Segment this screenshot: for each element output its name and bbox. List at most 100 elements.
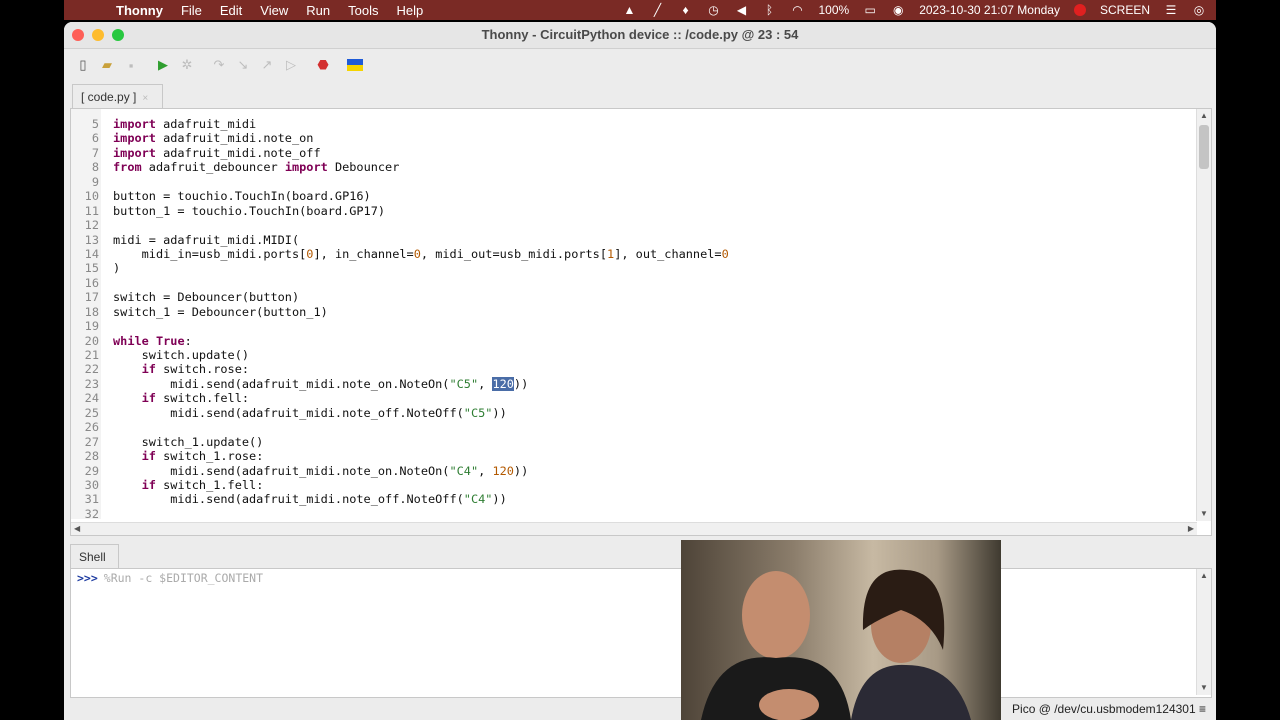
window-title: Thonny - CircuitPython device :: /code.p… — [481, 27, 799, 42]
line-number: 22 — [84, 362, 99, 377]
code-line[interactable]: button_1 = touchio.TouchIn(board.GP17) — [113, 204, 385, 218]
line-number: 30 — [84, 477, 99, 492]
resume-icon[interactable]: ▷ — [282, 56, 300, 74]
code-editor[interactable]: 5 import adafruit_midi 6 import adafruit_m… — [70, 108, 1212, 536]
siri-icon[interactable]: ◎ — [1192, 3, 1206, 17]
menu-bar: Thonny File Edit View Run Tools Help ▲ ╱… — [64, 0, 1216, 20]
line-number: 24 — [84, 391, 99, 406]
volume-icon[interactable]: ◀ — [735, 3, 749, 17]
line-number: 14 — [84, 246, 99, 261]
stop-icon[interactable]: ⬣ — [314, 56, 332, 74]
code-line[interactable]: midi.send(adafruit_midi.note_off.NoteOff… — [113, 406, 506, 420]
webcam-overlay — [681, 540, 1001, 720]
code-line[interactable]: if switch.rose: — [113, 362, 249, 376]
menu-app-name[interactable]: Thonny — [116, 3, 163, 18]
code-line[interactable]: midi.send(adafruit_midi.note_on.NoteOn("… — [113, 376, 528, 391]
step-into-icon[interactable]: ↘ — [234, 56, 252, 74]
line-number: 31 — [84, 492, 99, 507]
code-line[interactable]: import adafruit_midi.note_off — [113, 146, 321, 160]
line-number: 29 — [84, 463, 99, 478]
menu-run[interactable]: Run — [306, 3, 330, 18]
line-number: 32 — [84, 506, 99, 521]
menu-help[interactable]: Help — [396, 3, 423, 18]
menu-file[interactable]: File — [181, 3, 202, 18]
time-machine-icon[interactable]: ◷ — [707, 3, 721, 17]
close-tab-icon[interactable]: × — [142, 93, 148, 104]
flame-icon[interactable]: ♦ — [679, 3, 693, 17]
menu-view[interactable]: View — [260, 3, 288, 18]
code-line[interactable]: midi.send(adafruit_midi.note_on.NoteOn("… — [113, 464, 528, 478]
code-line[interactable]: midi_in=usb_midi.ports[0], in_channel=0,… — [113, 247, 729, 261]
drive-icon[interactable]: ▲ — [623, 3, 637, 17]
toolbar: ▯ ▰ ▪ ▶ ✲ ↷ ↘ ↗ ▷ ⬣ — [64, 49, 1216, 81]
status-bar-device[interactable]: Pico @ /dev/cu.usbmodem124301 ≡ — [1012, 702, 1206, 716]
line-number: 23 — [84, 376, 99, 391]
tab-shell[interactable]: Shell — [70, 544, 119, 569]
scroll-down-icon[interactable]: ▼ — [1200, 509, 1208, 519]
line-number: 12 — [84, 218, 99, 233]
code-line[interactable]: import adafruit_midi.note_on — [113, 131, 313, 145]
code-line[interactable]: while True: — [113, 334, 192, 348]
control-center-icon[interactable]: ☰ — [1164, 3, 1178, 17]
code-line[interactable]: import adafruit_midi — [113, 117, 256, 131]
menu-edit[interactable]: Edit — [220, 3, 242, 18]
bluetooth-icon[interactable]: ᛒ — [763, 3, 777, 17]
code-line[interactable]: midi = adafruit_midi.MIDI( — [113, 233, 299, 247]
line-number: 20 — [84, 333, 99, 348]
line-number: 10 — [84, 189, 99, 204]
battery-icon[interactable]: ▭ — [863, 3, 877, 17]
line-number: 9 — [91, 174, 99, 189]
line-number: 13 — [84, 232, 99, 247]
code-line[interactable]: button = touchio.TouchIn(board.GP16) — [113, 189, 371, 203]
thonny-window: Thonny - CircuitPython device :: /code.p… — [64, 22, 1216, 720]
code-line[interactable]: if switch_1.rose: — [113, 449, 264, 463]
scroll-left-icon[interactable]: ◀ — [74, 524, 80, 534]
tab-code-py[interactable]: [ code.py ] × — [72, 84, 164, 109]
user-icon[interactable]: ◉ — [891, 3, 905, 17]
code-line[interactable]: if switch.fell: — [113, 391, 249, 405]
tool-icon[interactable]: ╱ — [651, 3, 665, 17]
tab-label: [ code.py ] — [81, 90, 137, 104]
editor-vertical-scrollbar[interactable]: ▲ ▼ — [1196, 109, 1211, 521]
code-line[interactable]: switch = Debouncer(button) — [113, 290, 299, 304]
screen-label[interactable]: SCREEN — [1100, 3, 1150, 17]
shell-vertical-scrollbar[interactable]: ▲ ▼ — [1196, 569, 1211, 695]
shell-tab-label: Shell — [79, 550, 106, 564]
run-icon[interactable]: ▶ — [154, 56, 172, 74]
step-over-icon[interactable]: ↷ — [210, 56, 228, 74]
code-line[interactable]: switch.update() — [113, 348, 249, 362]
code-line[interactable]: from adafruit_debouncer import Debouncer — [113, 160, 399, 174]
line-number: 5 — [91, 117, 99, 131]
line-number: 16 — [84, 275, 99, 290]
new-file-icon[interactable]: ▯ — [74, 56, 92, 74]
scroll-up-icon[interactable]: ▲ — [1200, 111, 1208, 121]
code-line[interactable]: switch_1.update() — [113, 435, 264, 449]
shell-command: %Run -c $EDITOR_CONTENT — [103, 571, 264, 585]
record-icon[interactable] — [1073, 4, 1086, 16]
shell-scroll-up-icon[interactable]: ▲ — [1200, 571, 1208, 581]
debug-icon[interactable]: ✲ — [178, 56, 196, 74]
ukraine-flag-icon[interactable] — [346, 56, 364, 74]
code-line[interactable]: if switch_1.fell: — [113, 478, 264, 492]
shell-panel[interactable]: >>> %Run -c $EDITOR_CONTENT ▲ ▼ — [70, 568, 1212, 698]
code-line[interactable]: midi.send(adafruit_midi.note_off.NoteOff… — [113, 492, 506, 506]
shell-scroll-down-icon[interactable]: ▼ — [1200, 683, 1208, 693]
editor-horizontal-scrollbar[interactable]: ◀ ▶ — [71, 522, 1197, 535]
scroll-right-icon[interactable]: ▶ — [1188, 524, 1194, 534]
line-number: 21 — [84, 348, 99, 362]
save-file-icon[interactable]: ▪ — [122, 56, 140, 74]
line-number: 11 — [84, 203, 99, 218]
scroll-thumb[interactable] — [1199, 125, 1209, 169]
line-number: 18 — [84, 304, 99, 319]
presenters-video-image — [701, 569, 971, 720]
step-out-icon[interactable]: ↗ — [258, 56, 276, 74]
wifi-icon[interactable]: ◠ — [791, 3, 805, 17]
line-number: 8 — [91, 160, 99, 175]
open-file-icon[interactable]: ▰ — [98, 56, 116, 74]
line-number: 15 — [84, 261, 99, 276]
menu-tools[interactable]: Tools — [348, 3, 378, 18]
code-line[interactable]: ) — [113, 261, 120, 275]
battery-percent: 100% — [818, 3, 850, 17]
menu-clock[interactable]: 2023-10-30 21:07 Monday — [919, 3, 1060, 17]
code-line[interactable]: switch_1 = Debouncer(button_1) — [113, 305, 328, 319]
